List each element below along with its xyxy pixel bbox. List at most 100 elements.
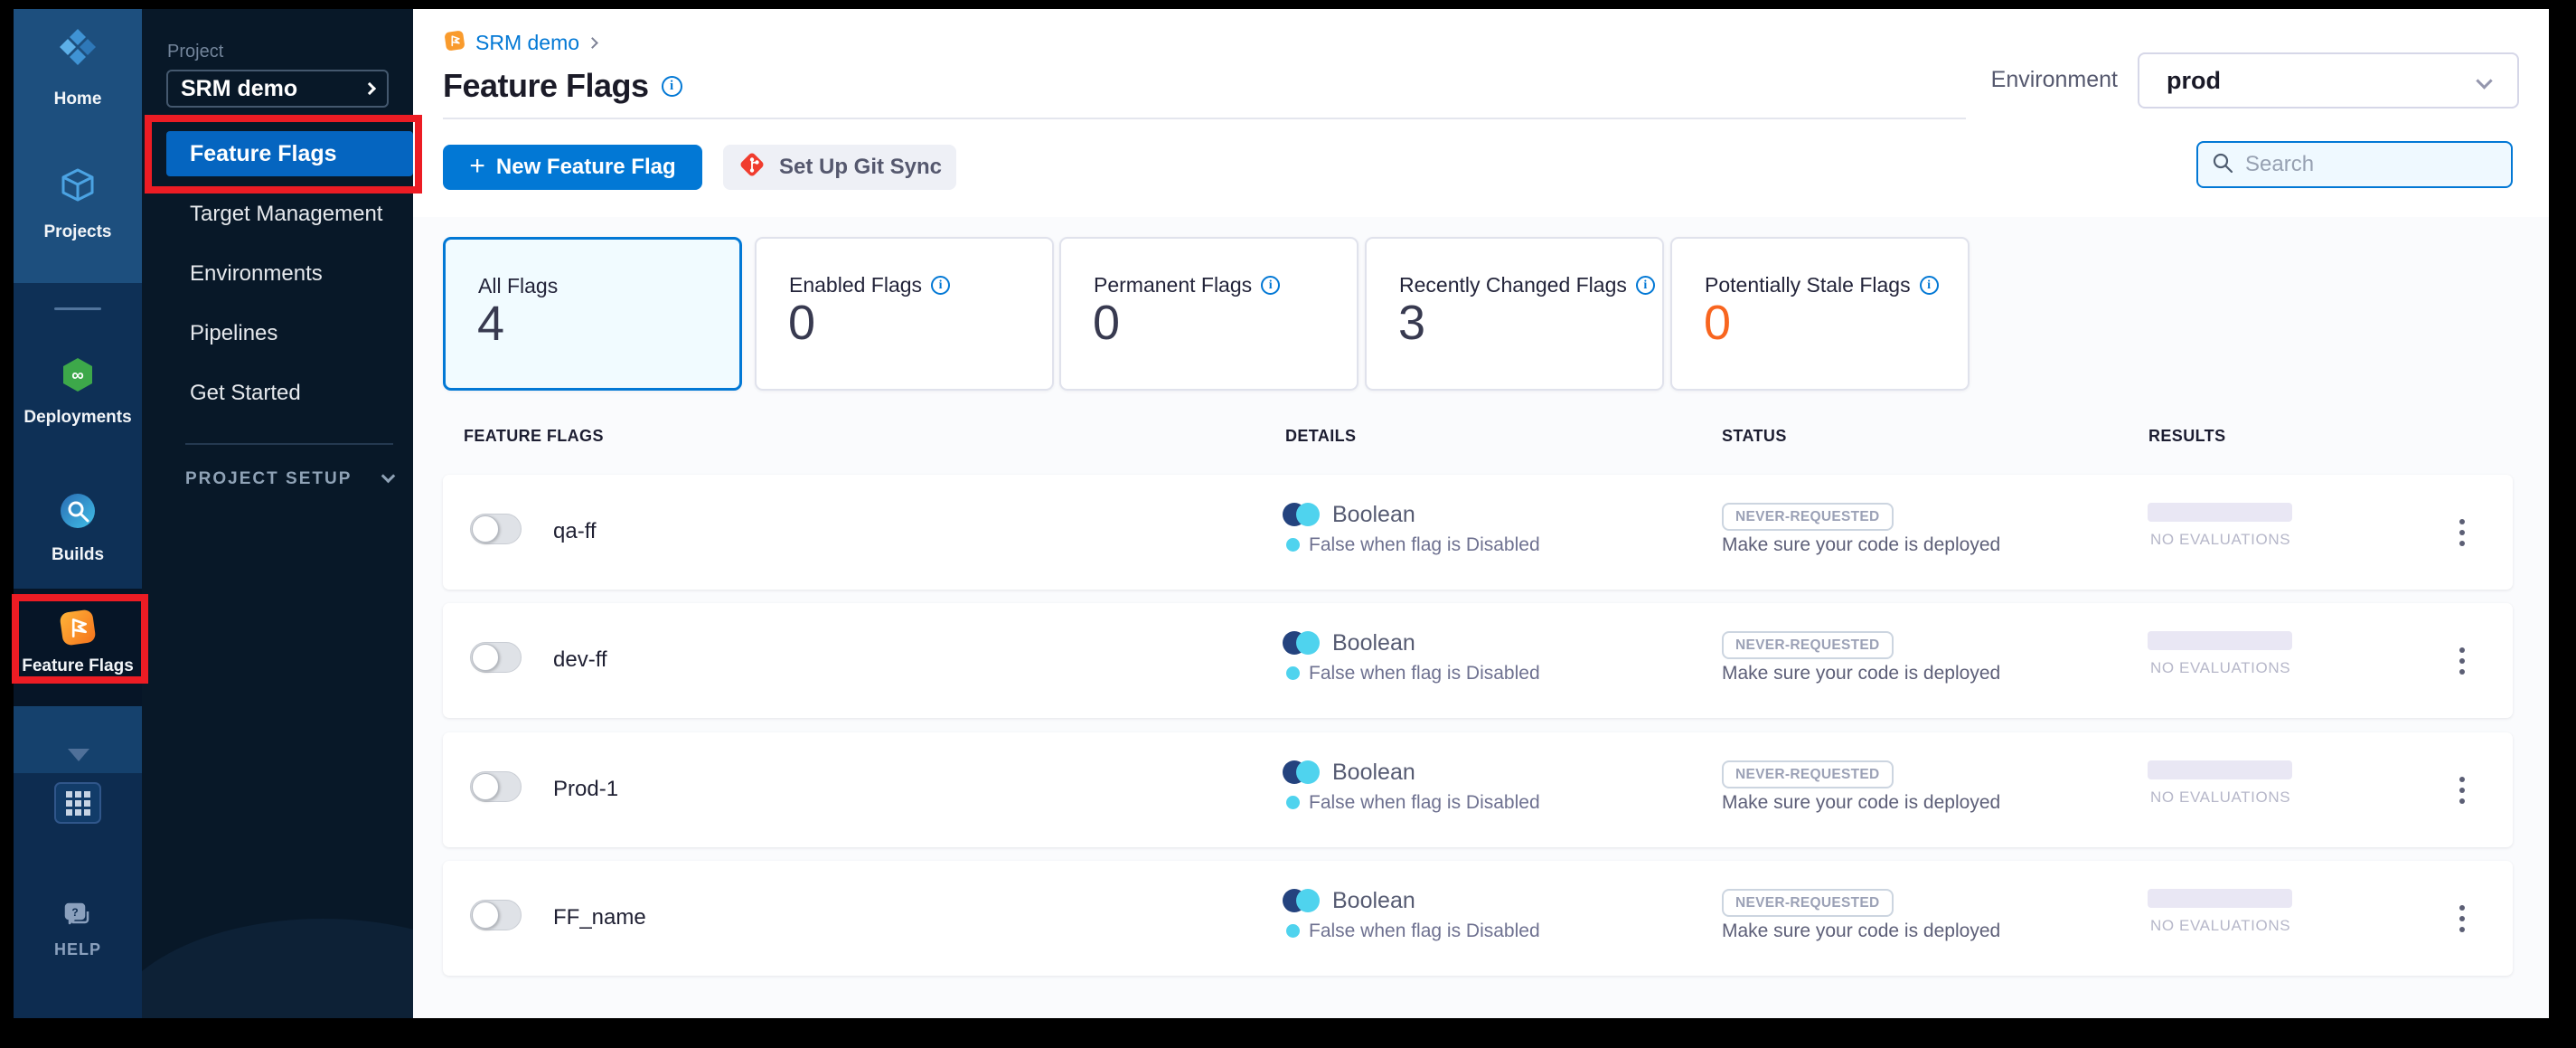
flag-type: Boolean [1332,888,1415,913]
project-selector[interactable]: SRM demo [166,70,389,108]
git-sync-label: Set Up Git Sync [778,155,943,179]
info-icon[interactable]: i [931,276,951,295]
row-menu-button[interactable] [2444,507,2480,558]
stat-card-recently-changed-flags[interactable]: Recently Changed Flags i 3 [1365,237,1664,391]
flag-toggle[interactable] [470,642,522,673]
sidenav-item-feature-flags[interactable]: Feature Flags [166,131,413,176]
environment-select[interactable]: prod [2138,52,2519,109]
flag-toggle[interactable] [470,771,522,802]
variation-dot-icon [1286,796,1300,809]
flag-name[interactable]: Prod-1 [553,777,618,802]
stat-label: All Flags [478,274,559,297]
sidenav-item-get-started[interactable]: Get Started [190,380,301,407]
status-badge: NEVER-REQUESTED [1722,631,1894,659]
builds-icon [58,491,98,535]
sidenav-divider [185,443,393,445]
main-content: SRM demo Feature Flags i Environment pro… [413,9,2549,1018]
flag-name[interactable]: dev-ff [553,647,607,673]
toggle-knob-icon [472,644,499,671]
sidenav-item-environments[interactable]: Environments [190,260,323,288]
column-header-results: RESULTS [2148,427,2226,445]
environment-label: Environment [1990,67,2118,92]
table-row: Prod-1 Boolean False when flag is Disabl… [443,732,2513,847]
stat-value: 4 [477,297,505,351]
breadcrumb-project-link[interactable]: SRM demo [475,31,579,55]
stat-value: 0 [788,296,816,350]
variation-dot-icon [1286,666,1300,680]
boolean-type-icon [1283,503,1321,527]
page-title: Feature Flags [443,67,649,104]
sidenav-item-pipelines[interactable]: Pipelines [190,320,277,347]
project-setup-toggle[interactable]: PROJECT SETUP [185,468,396,489]
rail-item-builds-label: Builds [51,545,105,564]
status-note: Make sure your code is deployed [1722,792,2001,813]
results-bar [2148,889,2292,908]
rail-item-feature-flags[interactable] [14,607,142,653]
results-note: NO EVALUATIONS [2150,788,2291,806]
row-menu-button[interactable] [2444,765,2480,816]
rail-item-deployments[interactable]: ∞ [14,355,142,400]
svg-text:?: ? [71,906,78,919]
info-icon[interactable]: i [1635,276,1655,295]
stat-label: Permanent Flags [1094,273,1253,297]
title-info-icon[interactable]: i [661,75,682,97]
row-menu-button[interactable] [2444,636,2480,686]
search-box[interactable] [2196,141,2525,188]
boolean-type-icon [1283,631,1321,656]
variation-note: False when flag is Disabled [1309,921,1540,941]
variation-note: False when flag is Disabled [1309,792,1540,813]
header-divider [443,118,1966,119]
search-input[interactable] [2245,152,2525,177]
feature-flags-icon [57,607,99,653]
rail-item-deployments-label: Deployments [24,408,132,427]
svg-text:∞: ∞ [71,366,84,385]
rail-divider [54,307,101,310]
project-label: Project [167,42,224,61]
flag-name[interactable]: qa-ff [553,519,597,544]
stat-card-enabled-flags[interactable]: Enabled Flags i 0 [755,237,1054,391]
results-bar [2148,631,2292,650]
stat-card-potentially-stale-flags[interactable]: Potentially Stale Flags i 0 [1670,237,1970,391]
info-icon[interactable]: i [1261,276,1281,295]
screenshot-canvas: Home Projects ∞ Deployments Builds Featu… [0,0,2576,1048]
chevron-down-icon [381,468,396,484]
status-note: Make sure your code is deployed [1722,921,2001,941]
new-feature-flag-button[interactable]: + New Feature Flag [443,145,702,190]
flag-toggle[interactable] [470,900,522,930]
rail-item-home[interactable] [14,27,142,71]
stat-card-all-flags[interactable]: All Flags 4 [443,237,742,391]
info-icon[interactable]: i [1919,276,1939,295]
help-chat-icon: ? [61,900,94,937]
status-badge: NEVER-REQUESTED [1722,760,1894,788]
status-note: Make sure your code is deployed [1722,534,2001,555]
status-note: Make sure your code is deployed [1722,663,2001,684]
row-menu-button[interactable] [2444,893,2480,944]
project-sidenav: Project SRM demo Feature Flags Target Ma… [142,9,413,1018]
table-row: dev-ff Boolean False when flag is Disabl… [443,603,2513,718]
rail-item-home-label: Home [53,90,102,109]
stat-card-permanent-flags[interactable]: Permanent Flags i 0 [1059,237,1359,391]
rail-item-projects[interactable] [14,165,142,210]
git-icon [738,150,766,185]
variation-dot-icon [1286,924,1300,938]
table-row: qa-ff Boolean False when flag is Disable… [443,475,2513,590]
column-header-feature-flags: FEATURE FLAGS [464,427,604,445]
module-grid-button[interactable] [54,782,101,824]
help-button[interactable]: ? [14,900,142,937]
status-badge: NEVER-REQUESTED [1722,503,1894,531]
git-sync-button[interactable]: Set Up Git Sync [723,145,956,190]
rail-collapse-chevron-icon[interactable] [68,749,89,761]
boolean-type-icon [1283,760,1321,785]
toggle-knob-icon [472,515,499,543]
page-title-row: Feature Flags i [443,65,682,107]
flag-type: Boolean [1332,760,1415,785]
toggle-knob-icon [472,773,499,800]
sidenav-item-target-management[interactable]: Target Management [190,201,382,228]
project-name: SRM demo [181,75,298,101]
flag-toggle[interactable] [470,514,522,544]
project-setup-label: PROJECT SETUP [185,469,353,488]
flag-name[interactable]: FF_name [553,905,646,930]
stat-value: 3 [1398,296,1426,350]
rail-item-builds[interactable] [14,491,142,535]
column-header-status: STATUS [1722,427,1787,445]
